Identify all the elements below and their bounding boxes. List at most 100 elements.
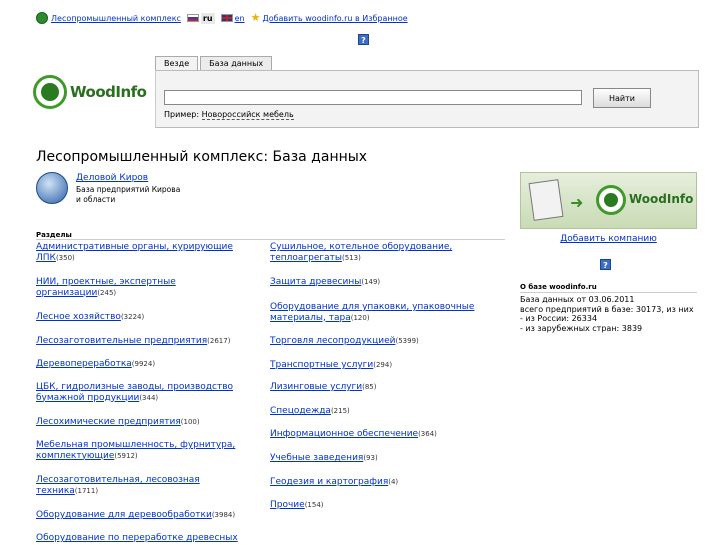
section-item: Информационное обеспечение(364) [270,429,480,440]
about-line: - из зарубежных стран: 3839 [520,323,643,333]
tab-everywhere[interactable]: Везде [155,56,199,71]
section-link[interactable]: Защита древесины [270,277,361,287]
section-item: Сушильное, котельное оборудование, тепло… [270,242,480,263]
favorites-item[interactable]: ★ Добавить woodinfo.ru в Избранное [250,11,408,24]
section-link[interactable]: Оборудование для упаковки, упаковочные м… [270,302,474,323]
lang-en-link[interactable]: en [235,14,245,23]
section-item: Лесозаготовительная, лесовозная техника(… [36,475,246,496]
globe-logo-icon [33,75,67,109]
divider [520,292,697,293]
section-count: (364) [418,430,437,438]
section-link[interactable]: Оборудование по переработке древесных [36,533,238,543]
section-link[interactable]: Оборудование для деревообработки [36,510,212,520]
tab-database[interactable]: База данных [200,56,273,71]
section-count: (5912) [114,451,138,460]
divider [36,239,505,240]
globe-icon [36,12,48,24]
help-icon[interactable]: ? [600,259,611,270]
about-line: База данных от 03.06.2011 [520,295,635,304]
star-icon: ★ [250,11,261,24]
section-count: (344) [139,393,159,402]
section-item: Защита древесины(149) [270,277,480,288]
section-item: Мебельная промышленность, фурнитура, ком… [36,440,246,461]
page-title: Лесопромышленный комплекс: База данных [36,149,368,165]
section-link[interactable]: Лесохимические предприятия [36,417,181,427]
section-count: (294) [373,361,393,369]
search-button[interactable]: Найти [593,88,651,108]
section-item: Лесное хозяйство(3224) [36,312,246,323]
section-count: (350) [55,253,75,262]
add-to-favorites-link[interactable]: Добавить woodinfo.ru в Избранное [262,14,407,23]
section-item: Лесохимические предприятия(100) [36,417,246,428]
section-count: (9924) [131,360,156,368]
about-line: - из России: 26334 [520,314,598,323]
top-bar: Лесопромышленный комплекс ru en ★ Добави… [36,12,414,24]
russian-flag-icon [186,14,199,22]
section-count: (513) [342,253,361,262]
section-link[interactable]: Прочие [270,500,305,510]
section-link[interactable]: Деревопереработка [36,359,132,369]
kirov-block: Деловой Киров База предприятий Кирова и … [36,172,186,205]
section-count: (3984) [211,511,236,519]
example-query-link[interactable]: Новороссийск мебель [201,110,294,120]
section-link[interactable]: Лесозаготовительные предприятия [36,336,207,346]
portal-link[interactable]: Лесопромышленный комплекс [51,14,181,23]
uk-flag-icon [220,14,233,22]
section-link[interactable]: Лесное хозяйство [36,312,121,322]
add-company-item: Добавить компанию [520,234,697,244]
section-link[interactable]: ЦБК, гидролизные заводы, производство бу… [36,382,233,403]
section-count: (2617) [207,337,231,345]
about-line: всего предприятий в базе: 30173, из них [520,304,694,314]
lang-ru-label: ru [200,12,215,24]
banner-logo-text: WoodInfo [629,192,694,206]
add-company-banner[interactable]: ➜ WoodInfo [520,172,697,229]
sections-heading: Разделы [36,231,72,239]
section-count: (149) [361,278,381,286]
section-count: (5399) [395,337,419,345]
section-count: (4) [388,478,399,486]
document-icon [528,179,564,221]
search-panel: Найти Пример: Новороссийск мебель [155,70,699,128]
section-count: (1711) [74,486,99,495]
portal-link-item[interactable]: Лесопромышленный комплекс [36,12,181,24]
section-item: Лесозаготовительные предприятия(2617) [36,336,246,347]
phone-icon[interactable] [36,172,68,204]
section-item: Торговля лесопродукцией(5399) [270,336,480,347]
section-item: Оборудование для упаковки, упаковочные м… [270,302,480,323]
section-item: НИИ, проектные, экспертные организации(2… [36,277,246,298]
section-link[interactable]: Сушильное, котельное оборудование, тепло… [270,242,452,263]
section-count: (100) [180,418,200,426]
section-link[interactable]: Геодезия и картография [270,477,388,487]
section-link[interactable]: Лизинговые услуги [270,382,362,392]
section-item: Транспортные услуги(294) [270,360,480,371]
section-link[interactable]: Учебные заведения [270,453,363,463]
section-count: (93) [363,454,378,462]
search-tabs: Везде База данных [155,56,274,71]
search-example: Пример: Новороссийск мебель [164,110,294,120]
section-link[interactable]: Информационное обеспечение [270,429,418,439]
section-item: Деревопереработка(9924) [36,359,246,370]
kirov-link[interactable]: Деловой Киров [76,173,186,183]
section-item: ЦБК, гидролизные заводы, производство бу… [36,382,246,403]
arrow-right-icon: ➜ [570,193,584,212]
lang-en[interactable]: en [220,14,245,23]
section-link[interactable]: Спецодежда [270,406,331,416]
about-heading: О базе woodinfo.ru [520,283,597,291]
section-item: Оборудование для деревообработки(3984) [36,510,246,521]
section-count: (3224) [120,313,145,321]
lang-ru[interactable]: ru [186,12,215,24]
section-item: Оборудование по переработке древесных [36,533,246,544]
kirov-description: База предприятий Кирова и области [76,185,181,204]
add-company-link[interactable]: Добавить компанию [560,234,657,244]
globe-logo-icon [596,185,626,215]
site-logo[interactable]: WoodInfo [33,75,147,109]
logo-text: WoodInfo [70,83,147,101]
help-icon[interactable]: ? [358,34,369,45]
example-prefix: Пример: [164,110,200,119]
section-count: (154) [304,501,324,509]
section-link[interactable]: Торговля лесопродукцией [270,336,395,346]
search-input[interactable] [164,90,582,105]
section-link[interactable]: Лесозаготовительная, лесовозная техника [36,475,200,496]
section-item: Спецодежда(215) [270,406,480,417]
section-link[interactable]: Транспортные услуги [270,360,373,370]
